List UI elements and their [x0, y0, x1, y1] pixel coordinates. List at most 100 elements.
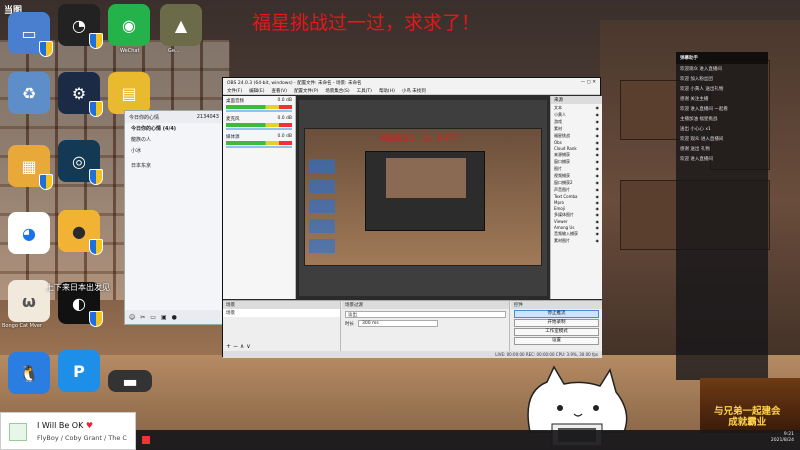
game-icon[interactable]: ▲ — [160, 4, 202, 46]
taskbar-app-icon[interactable] — [142, 436, 150, 444]
folder-app-icon[interactable]: ▤ — [108, 72, 150, 114]
eye-icon[interactable]: ◉ — [596, 225, 600, 230]
eye-icon[interactable]: ◉ — [596, 219, 600, 224]
taskbar-clock[interactable]: 9:21 2021/8/24 — [771, 432, 794, 444]
volume-meter — [226, 123, 292, 127]
source-item[interactable]: 音频输入捕获 ◉ — [551, 230, 602, 237]
p-app-icon[interactable]: P — [58, 350, 100, 392]
menu-file[interactable]: 文件(F) — [227, 88, 242, 94]
source-item[interactable]: 游戏 ◉ — [551, 118, 602, 125]
settings-button[interactable]: 设置 — [514, 337, 599, 345]
eye-icon[interactable]: ◉ — [596, 105, 600, 111]
image-icon[interactable]: ▣ — [161, 314, 167, 321]
eye-icon[interactable]: ◉ — [596, 133, 600, 139]
eye-icon[interactable]: ◉ — [596, 238, 600, 244]
source-item[interactable]: 多媒体图片 ◉ — [551, 211, 602, 218]
eye-icon[interactable]: ◉ — [596, 231, 600, 237]
raccoon-app-icon[interactable]: ● — [58, 210, 103, 255]
music-notification[interactable]: I Will Be OK ♥ FlyBoy / Coby Grant / The… — [0, 412, 136, 450]
menu-extra[interactable]: 小鸟 未找到 — [402, 88, 426, 94]
steam-icon[interactable]: ⚙ — [58, 72, 103, 117]
source-item[interactable]: 视频捕获 ◉ — [551, 172, 602, 179]
close-icon[interactable]: ✕ — [592, 80, 596, 85]
qq-list-item[interactable]: 小冰 — [125, 145, 223, 156]
bongo-cat-icon[interactable]: ω — [8, 280, 50, 322]
game-ad-banner[interactable]: 与兄弟一起建会 成就霸业 — [700, 378, 800, 433]
eye-icon[interactable]: ◉ — [596, 206, 600, 211]
eye-icon[interactable]: ◉ — [596, 187, 600, 193]
down-icon[interactable]: ∨ — [246, 343, 250, 350]
eye-icon[interactable]: ◉ — [596, 119, 600, 125]
chrome-icon[interactable]: ◕ — [8, 212, 50, 254]
source-label: 窗口捕获 — [554, 158, 570, 164]
eye-icon[interactable]: ◉ — [596, 173, 600, 179]
eye-icon[interactable]: ◉ — [596, 200, 600, 205]
source-item[interactable]: 窗口捕获2 ◉ — [551, 179, 602, 186]
source-item[interactable]: 来源捕获 ◉ — [551, 151, 602, 158]
danmaku-line: 主播加油 福星挑战 — [680, 117, 718, 122]
emoji-icon[interactable]: ☺ — [129, 314, 135, 321]
duration-input[interactable]: 300 ms — [358, 320, 438, 327]
source-item[interactable]: 素材图片 ◉ — [551, 237, 602, 244]
sources-title: 来源 — [551, 96, 602, 104]
stop-streaming-button[interactable]: 停止推流 — [514, 310, 599, 318]
source-item[interactable]: 素材 ◉ — [551, 125, 602, 132]
source-item[interactable]: 小黄人 ◉ — [551, 111, 602, 118]
clock-date: 2021/8/24 — [770, 438, 794, 443]
eye-icon[interactable]: ◉ — [596, 159, 600, 165]
heart-icon[interactable]: ♥ — [86, 421, 93, 430]
qq-list-item[interactable]: 日本东京 — [125, 160, 223, 171]
source-item[interactable]: 声音图片 ◉ — [551, 186, 602, 193]
menu-help[interactable]: 帮助(H) — [379, 88, 395, 94]
source-item[interactable]: 图片 ◉ — [551, 165, 602, 172]
menu-scene-collection[interactable]: 场景集合(S) — [325, 88, 349, 94]
eye-icon[interactable]: ◉ — [596, 146, 600, 151]
scissors-icon[interactable]: ✂ — [140, 314, 145, 321]
maximize-icon[interactable]: ▢ — [587, 80, 591, 85]
menu-view[interactable]: 查看(V) — [271, 88, 287, 94]
eye-icon[interactable]: ◉ — [596, 180, 600, 186]
source-item[interactable]: 窗口捕获 ◉ — [551, 158, 602, 165]
obs-preview[interactable]: 福星挑战过一过，求求了！ — [299, 100, 547, 296]
eye-icon[interactable]: ◉ — [596, 140, 600, 145]
recycle-bin-icon[interactable]: ♻ — [8, 72, 50, 114]
danmaku-panel[interactable]: 弹幕助手 欢迎观众 进入直播间 欢迎 加入粉丝团 欢迎 小黄人 送出礼物 感谢 关注主… — [676, 52, 768, 380]
obs-main-window[interactable]: OBS 24.0.3 (64-bit, windows) - 配置文件: 未命名… — [222, 77, 602, 358]
scene-item[interactable]: 场景 — [223, 309, 340, 317]
menu-edit[interactable]: 编辑(E) — [249, 88, 264, 94]
security-app-icon[interactable]: ◎ — [58, 140, 103, 185]
volume-slider[interactable] — [226, 110, 292, 112]
remove-icon[interactable]: − — [233, 343, 238, 350]
wechat-icon[interactable]: ◉ — [108, 4, 150, 46]
up-icon[interactable]: ∧ — [240, 343, 244, 350]
eye-icon[interactable]: ◉ — [596, 194, 600, 199]
media-player-icon[interactable]: ◔ — [58, 4, 103, 49]
qq-icon[interactable]: 🐧 — [8, 352, 50, 394]
add-icon[interactable]: + — [226, 343, 231, 350]
source-label: 素材图片 — [554, 237, 570, 243]
studio-mode-button[interactable]: 工作室模式 — [514, 328, 599, 336]
nested-canvas — [386, 158, 466, 198]
mic-icon[interactable]: ● — [172, 314, 177, 321]
eye-icon[interactable]: ◉ — [596, 166, 600, 172]
qq-group-label[interactable]: 今日你的心情 (4/4) — [125, 123, 223, 134]
source-item[interactable]: 福星挑战 ◉ — [551, 132, 602, 139]
eye-icon[interactable]: ◉ — [596, 152, 600, 158]
qq-chat-window[interactable]: 今日你的心情 2134043 今日你的心情 (4/4) 龍族の人 小冰 日本东京… — [124, 110, 224, 325]
menu-profile[interactable]: 配置文件(P) — [294, 88, 318, 94]
folder-icon[interactable]: ▭ — [150, 314, 156, 321]
transition-select[interactable]: 淡出 — [345, 311, 506, 318]
volume-slider[interactable] — [226, 128, 292, 130]
start-recording-button[interactable]: 开始录制 — [514, 319, 599, 327]
menu-tools[interactable]: 工具(T) — [357, 88, 372, 94]
computer-icon[interactable]: ▭ — [8, 12, 53, 57]
qq-list-item[interactable]: 龍族の人 — [125, 134, 223, 145]
eye-icon[interactable]: ◉ — [596, 126, 600, 132]
volume-slider[interactable] — [226, 146, 292, 148]
eye-icon[interactable]: ◉ — [596, 112, 600, 118]
eye-icon[interactable]: ◉ — [596, 212, 600, 218]
source-item[interactable]: 文本 ◉ — [551, 104, 602, 111]
folder-icon[interactable]: ▦ — [8, 145, 53, 190]
minimize-icon[interactable]: — — [581, 80, 586, 85]
nvidia-app-icon[interactable]: ▬ — [108, 370, 152, 392]
